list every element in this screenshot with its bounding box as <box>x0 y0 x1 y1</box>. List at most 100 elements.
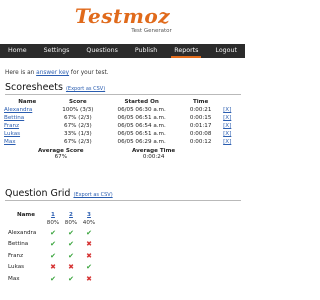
intro-text-after: for your test. <box>69 70 109 76</box>
question-grid-heading: Question Grid (Export as CSV) <box>5 188 113 199</box>
grid-column-header-name: Name <box>16 212 36 218</box>
grid-row: Max ✔ ✔ ✖ <box>8 273 98 285</box>
started-on-value: 06/05 06:51 a.m. <box>117 131 166 138</box>
question-percentage: 80% <box>46 220 60 227</box>
question-grid-divider <box>5 200 241 201</box>
check-icon: ✔ <box>50 251 56 260</box>
check-icon: ✔ <box>68 274 74 283</box>
column-header-delete <box>221 98 238 106</box>
average-time-summary: Average Time 0:00:24 <box>132 148 175 160</box>
score-value: 67% (2/3) <box>64 123 92 130</box>
cross-icon: ✖ <box>86 274 92 283</box>
column-header-name: Name <box>18 99 37 105</box>
table-row: Alexandra 100% (3/3) 06/05 06:30 a.m. 0:… <box>2 106 238 114</box>
delete-link[interactable]: [X] <box>221 130 238 138</box>
nav-logout[interactable]: Logout <box>212 44 240 58</box>
cross-icon: ✖ <box>68 263 74 272</box>
student-name-link[interactable]: Lukas <box>2 130 53 138</box>
check-icon: ✔ <box>68 251 74 260</box>
grid-header-row: Name 1 2 3 <box>8 211 98 219</box>
time-value: 0:00:21 <box>189 107 212 114</box>
nav-settings[interactable]: Settings <box>41 44 73 58</box>
average-time-value: 0:00:24 <box>142 154 165 160</box>
nav-publish[interactable]: Publish <box>132 44 160 58</box>
app-logo: Testmoz Test Generator <box>0 5 245 35</box>
check-icon: ✔ <box>86 228 92 237</box>
question-grid-export-csv-link[interactable]: (Export as CSV) <box>73 192 112 198</box>
answer-key-intro: Here is an answer key for your test. <box>5 70 109 76</box>
delete-link[interactable]: [X] <box>221 138 238 146</box>
table-row: Franz 67% (2/3) 06/05 06:54 a.m. 0:01:17… <box>2 122 238 130</box>
question-grid-body: Alexandra ✔ ✔ ✔ Bettina ✔ ✔ ✖ Franz ✔ ✔ ✖ Lukas ✖ ✖ ✔ Ma… <box>8 227 98 285</box>
table-row: Bettina 67% (2/3) 06/05 06:51 a.m. 0:00:… <box>2 114 238 122</box>
grid-student-name: Max <box>8 275 20 282</box>
table-row: Max 67% (2/3) 06/05 06:29 a.m. 0:00:12 [… <box>2 138 238 146</box>
question-1-link[interactable]: 1 <box>44 211 62 219</box>
grid-student-name: Franz <box>8 252 24 259</box>
grid-percentage-row: 80% 80% 40% <box>8 219 98 227</box>
nav-questions[interactable]: Questions <box>83 44 120 58</box>
time-value: 0:00:12 <box>189 139 212 146</box>
cross-icon: ✖ <box>50 263 56 272</box>
student-name-link[interactable]: Alexandra <box>2 106 53 114</box>
started-on-value: 06/05 06:29 a.m. <box>117 139 166 146</box>
time-value: 0:00:15 <box>189 115 212 122</box>
question-percentage: 40% <box>82 220 96 227</box>
score-value: 67% (2/3) <box>64 139 92 146</box>
cross-icon: ✖ <box>86 251 92 260</box>
question-grid-title: Question Grid <box>5 188 71 199</box>
check-icon: ✔ <box>86 263 92 272</box>
question-2-link[interactable]: 2 <box>62 211 80 219</box>
intro-text-before: Here is an <box>5 70 37 76</box>
grid-row: Bettina ✔ ✔ ✖ <box>8 239 98 251</box>
started-on-value: 06/05 06:51 a.m. <box>117 115 166 122</box>
delete-link[interactable]: [X] <box>221 122 238 130</box>
app-subtitle: Test Generator <box>131 28 172 34</box>
score-value: 67% (2/3) <box>64 115 92 122</box>
check-icon: ✔ <box>50 240 56 249</box>
delete-link[interactable]: [X] <box>221 114 238 122</box>
nav-home[interactable]: Home <box>5 44 30 58</box>
nav-reports[interactable]: Reports <box>171 44 202 58</box>
check-icon: ✔ <box>68 228 74 237</box>
delete-link[interactable]: [X] <box>221 106 238 114</box>
grid-student-name: Lukas <box>8 264 25 271</box>
grid-row: Franz ✔ ✔ ✖ <box>8 250 98 262</box>
scoresheets-title: Scoresheets <box>5 82 63 93</box>
time-value: 0:01:17 <box>189 123 212 130</box>
student-name-link[interactable]: Franz <box>2 122 53 130</box>
score-value: 33% (1/3) <box>64 131 92 138</box>
student-name-link[interactable]: Bettina <box>2 114 53 122</box>
grid-percentage-spacer <box>8 219 44 227</box>
check-icon: ✔ <box>50 228 56 237</box>
average-score-summary: Average Score 67% <box>38 148 84 160</box>
question-grid-table: Name 1 2 3 80% 80% 40% Alexandra ✔ ✔ ✔ Betti… <box>8 211 98 285</box>
column-header-time: Time <box>192 99 209 105</box>
scoresheets-export-csv-link[interactable]: (Export as CSV) <box>66 86 105 92</box>
scoresheets-table: Name Score Started On Time Alexandra 100… <box>2 98 238 146</box>
average-score-value: 67% <box>54 154 68 160</box>
column-header-score: Score <box>68 99 87 105</box>
grid-row: Alexandra ✔ ✔ ✔ <box>8 227 98 239</box>
table-header-row: Name Score Started On Time <box>2 98 238 106</box>
question-3-link[interactable]: 3 <box>80 211 98 219</box>
scoresheets-divider <box>5 94 241 95</box>
score-value: 100% (3/3) <box>62 107 94 114</box>
question-percentage: 80% <box>64 220 78 227</box>
grid-student-name: Bettina <box>8 241 29 248</box>
started-on-value: 06/05 06:30 a.m. <box>117 107 166 114</box>
scoresheets-heading: Scoresheets (Export as CSV) <box>5 82 105 93</box>
check-icon: ✔ <box>50 274 56 283</box>
answer-key-link[interactable]: answer key <box>36 70 69 76</box>
cross-icon: ✖ <box>86 240 92 249</box>
started-on-value: 06/05 06:54 a.m. <box>117 123 166 130</box>
table-row: Lukas 33% (1/3) 06/05 06:51 a.m. 0:00:08… <box>2 130 238 138</box>
column-header-started: Started On <box>124 99 159 105</box>
grid-student-name: Alexandra <box>8 229 37 236</box>
time-value: 0:00:08 <box>189 131 212 138</box>
app-title: Testmoz <box>74 4 171 28</box>
grid-row: Lukas ✖ ✖ ✔ <box>8 262 98 274</box>
top-navbar: Home Settings Questions Publish Reports … <box>0 44 245 58</box>
student-name-link[interactable]: Max <box>2 138 53 146</box>
check-icon: ✔ <box>68 240 74 249</box>
